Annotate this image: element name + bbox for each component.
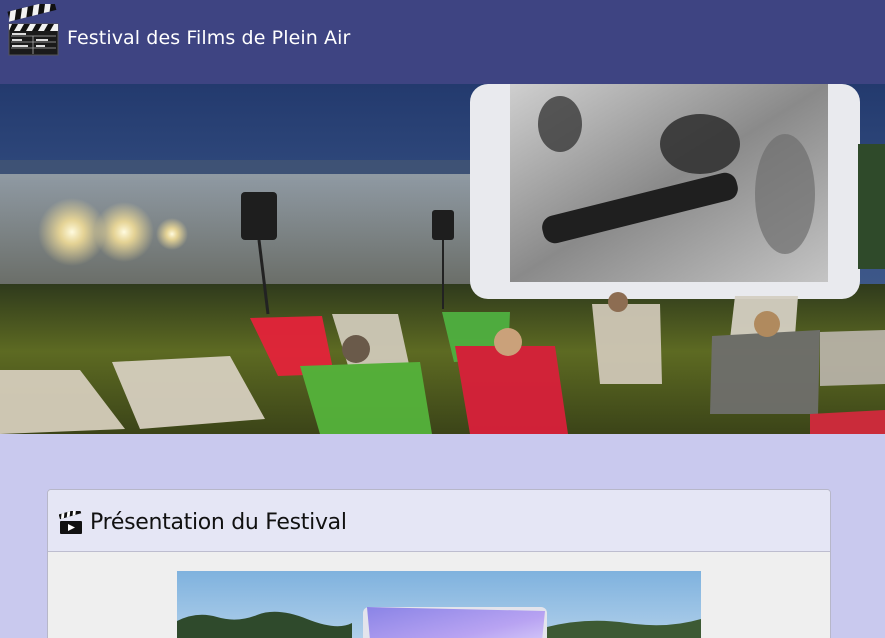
clapperboard-icon [59,510,82,534]
clapperboard-icon[interactable] [6,4,60,58]
card-header: Présentation du Festival [48,490,830,552]
site-header: Festival des Films de Plein Air [0,0,885,84]
festival-photo [177,571,701,638]
presentation-card: Présentation du Festival [47,489,831,638]
site-title[interactable]: Festival des Films de Plein Air [67,27,350,49]
section-title: Présentation du Festival [90,509,347,535]
hero-image [0,84,885,434]
